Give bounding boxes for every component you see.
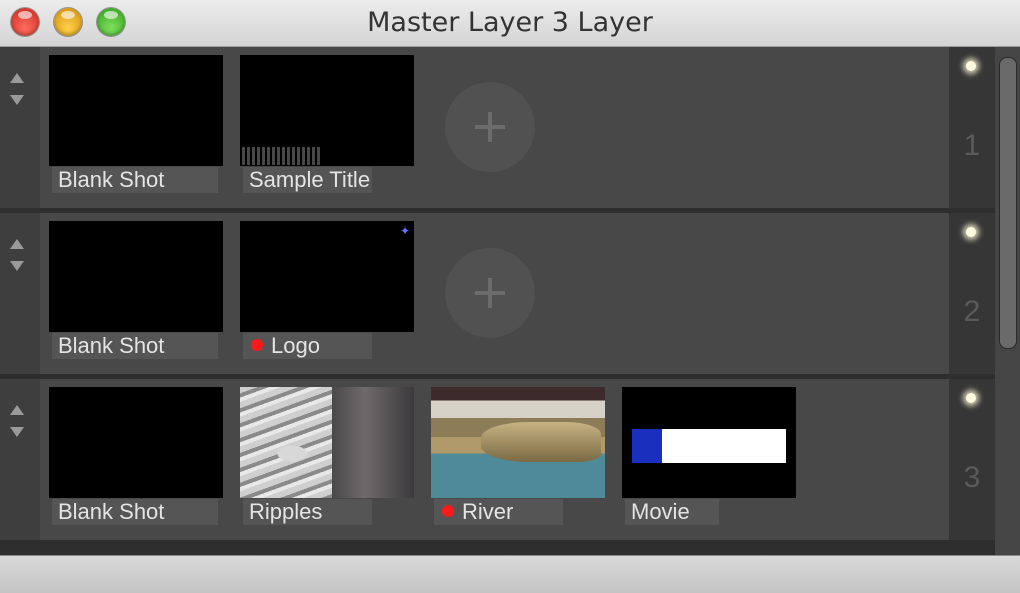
layer-reorder-handle [0, 379, 40, 540]
shot-thumbnail-movie[interactable] [622, 387, 796, 498]
led-icon [966, 227, 976, 237]
movie-preview-logo [632, 429, 662, 463]
window-title: Master Layer 3 Layer [367, 7, 653, 38]
shot-label[interactable]: Ripples [243, 499, 372, 525]
layer-reorder-handle [0, 213, 40, 374]
shot-thumbnail-blank[interactable] [49, 55, 223, 166]
layer-number: 1 [963, 129, 981, 162]
layer-number: 3 [963, 461, 981, 494]
triangle-down-icon[interactable] [10, 427, 24, 437]
layer-row-1: Blank Shot Sample Title 1 [0, 47, 995, 208]
river-preview-image [481, 422, 601, 462]
layer-reorder-handle [0, 47, 40, 208]
shot-label-text: Logo [271, 333, 320, 358]
shot-label[interactable]: Movie [625, 499, 719, 525]
plus-icon[interactable] [445, 82, 535, 172]
shot-thumbnail-logo[interactable]: ✦ [240, 221, 414, 332]
triangle-up-icon[interactable] [10, 239, 24, 249]
layer-number-panel: 3 [949, 379, 995, 540]
shot-label[interactable]: Blank Shot [52, 499, 218, 525]
shot-label-live[interactable]: River [434, 499, 563, 525]
layer-list: Blank Shot Sample Title 1 Blank Shot ✦ L… [0, 47, 995, 555]
triangle-down-icon[interactable] [10, 95, 24, 105]
shot-thumbnail-sample-title[interactable] [240, 55, 414, 166]
shot-label[interactable]: Blank Shot [52, 333, 218, 359]
led-icon [966, 393, 976, 403]
logo-preview-icon: ✦ [399, 224, 410, 238]
layer-number-panel: 1 [949, 47, 995, 208]
layer-row-2: Blank Shot ✦ Logo 2 [0, 213, 995, 374]
title-bar: Master Layer 3 Layer [0, 0, 1020, 47]
shot-label[interactable]: Blank Shot [52, 167, 218, 193]
layer-row-3: Blank Shot Ripples River Movie 3 [0, 379, 995, 540]
shot-thumbnail-blank[interactable] [49, 387, 223, 498]
triangle-up-icon[interactable] [10, 405, 24, 415]
shot-thumbnail-ripples[interactable] [240, 387, 414, 498]
triangle-up-icon[interactable] [10, 73, 24, 83]
red-dot-icon [251, 339, 263, 352]
shot-label-live[interactable]: Logo [243, 333, 372, 359]
shot-label[interactable]: Sample Title [243, 167, 372, 193]
window-bottom-bar [0, 555, 1020, 593]
scrollbar-thumb[interactable] [999, 57, 1017, 349]
vertical-scrollbar[interactable] [995, 47, 1020, 555]
led-icon [966, 61, 976, 71]
ripples-preview-image [332, 387, 414, 498]
shot-thumbnail-blank[interactable] [49, 221, 223, 332]
shot-label-text: River [462, 499, 514, 524]
movie-preview-image [632, 429, 786, 463]
triangle-down-icon[interactable] [10, 261, 24, 271]
plus-icon[interactable] [445, 248, 535, 338]
layer-number-panel: 2 [949, 213, 995, 374]
title-preview-text [242, 147, 322, 165]
shot-thumbnail-river[interactable] [431, 387, 605, 498]
red-dot-icon [442, 505, 454, 518]
layer-number: 2 [963, 295, 981, 328]
